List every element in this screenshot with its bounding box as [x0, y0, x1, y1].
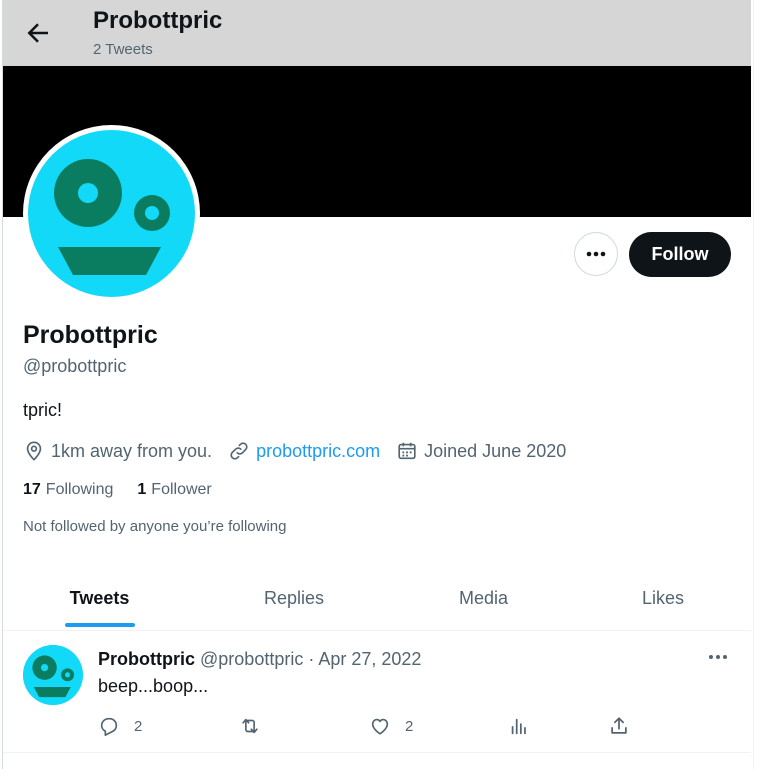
following-link[interactable]: 17 Following: [23, 481, 113, 499]
more-horizontal-icon: [586, 251, 606, 257]
more-horizontal-icon: [709, 655, 727, 659]
following-label: Following: [45, 481, 114, 498]
tweet-author-name[interactable]: Probottpric: [98, 649, 195, 669]
top-header: Probottpric 2 Tweets: [3, 0, 751, 66]
following-count: 17: [23, 481, 41, 498]
profile-joined: Joined June 2020: [396, 440, 566, 462]
tweet-header: Probottpric @probottpric · Apr 27, 2022: [98, 649, 421, 670]
tweet-text: beep...boop...: [98, 676, 209, 696]
calendar-icon: [398, 442, 416, 460]
like-button[interactable]: 2: [369, 713, 413, 739]
like-count: 2: [405, 717, 414, 735]
location-text: 1km away from you.: [51, 440, 213, 461]
retweet-icon: [242, 718, 258, 734]
joined-text: Joined June 2020: [424, 440, 567, 461]
link-icon: [230, 442, 248, 460]
profile-location: 1km away from you.: [23, 440, 212, 462]
tab-media[interactable]: Media: [392, 566, 575, 630]
profile-meta: 1km away from you. probottpric.com Joine…: [23, 439, 582, 463]
tweet-more-button[interactable]: [703, 645, 733, 669]
heart-icon: [371, 718, 389, 735]
robot-face-icon: [23, 645, 83, 705]
tab-tweets[interactable]: Tweets: [3, 566, 196, 630]
robot-face-icon: [28, 130, 195, 297]
profile-handle: @probottpric: [23, 356, 127, 376]
profile-tabs: Tweets Replies Media Likes: [3, 566, 751, 631]
profile-bio: tpric!: [23, 400, 63, 420]
share-button[interactable]: [608, 713, 630, 739]
profile-avatar[interactable]: [23, 125, 200, 302]
follow-counts: 17 Following 1 Follower: [23, 481, 236, 499]
reply-count: 2: [134, 717, 143, 735]
tweet-author-meta: @probottpric · Apr 27, 2022: [200, 649, 422, 669]
followers-link[interactable]: 1 Follower: [137, 481, 211, 499]
back-button[interactable]: [23, 18, 53, 48]
follow-button[interactable]: Follow: [629, 232, 731, 277]
tweet-actions: 2 2: [98, 713, 638, 739]
website-link[interactable]: probottpric.com: [256, 441, 380, 462]
more-options-button[interactable]: [574, 232, 618, 276]
active-tab-indicator: [65, 623, 135, 627]
followers-label: Follower: [151, 481, 212, 498]
tab-replies[interactable]: Replies: [196, 566, 392, 630]
reply-icon: [100, 717, 118, 736]
tweet-item[interactable]: Probottpric @probottpric · Apr 27, 2022 …: [3, 631, 751, 753]
location-pin-icon: [26, 441, 42, 461]
retweet-button[interactable]: [238, 713, 262, 739]
not-followed-notice: Not followed by anyone you’re following: [23, 518, 287, 535]
tweet-avatar[interactable]: [23, 645, 83, 705]
header-tweet-count: 2 Tweets: [93, 41, 153, 58]
profile-website[interactable]: probottpric.com: [228, 440, 380, 462]
analytics-icon: [511, 718, 526, 735]
followers-count: 1: [137, 481, 147, 498]
arrow-left-icon: [27, 23, 48, 43]
share-icon: [611, 717, 627, 734]
profile-name: Probottpric: [23, 321, 158, 349]
views-button[interactable]: [508, 713, 530, 739]
header-title: Probottpric: [93, 7, 223, 34]
reply-button[interactable]: 2: [98, 713, 142, 739]
tab-likes[interactable]: Likes: [575, 566, 751, 630]
